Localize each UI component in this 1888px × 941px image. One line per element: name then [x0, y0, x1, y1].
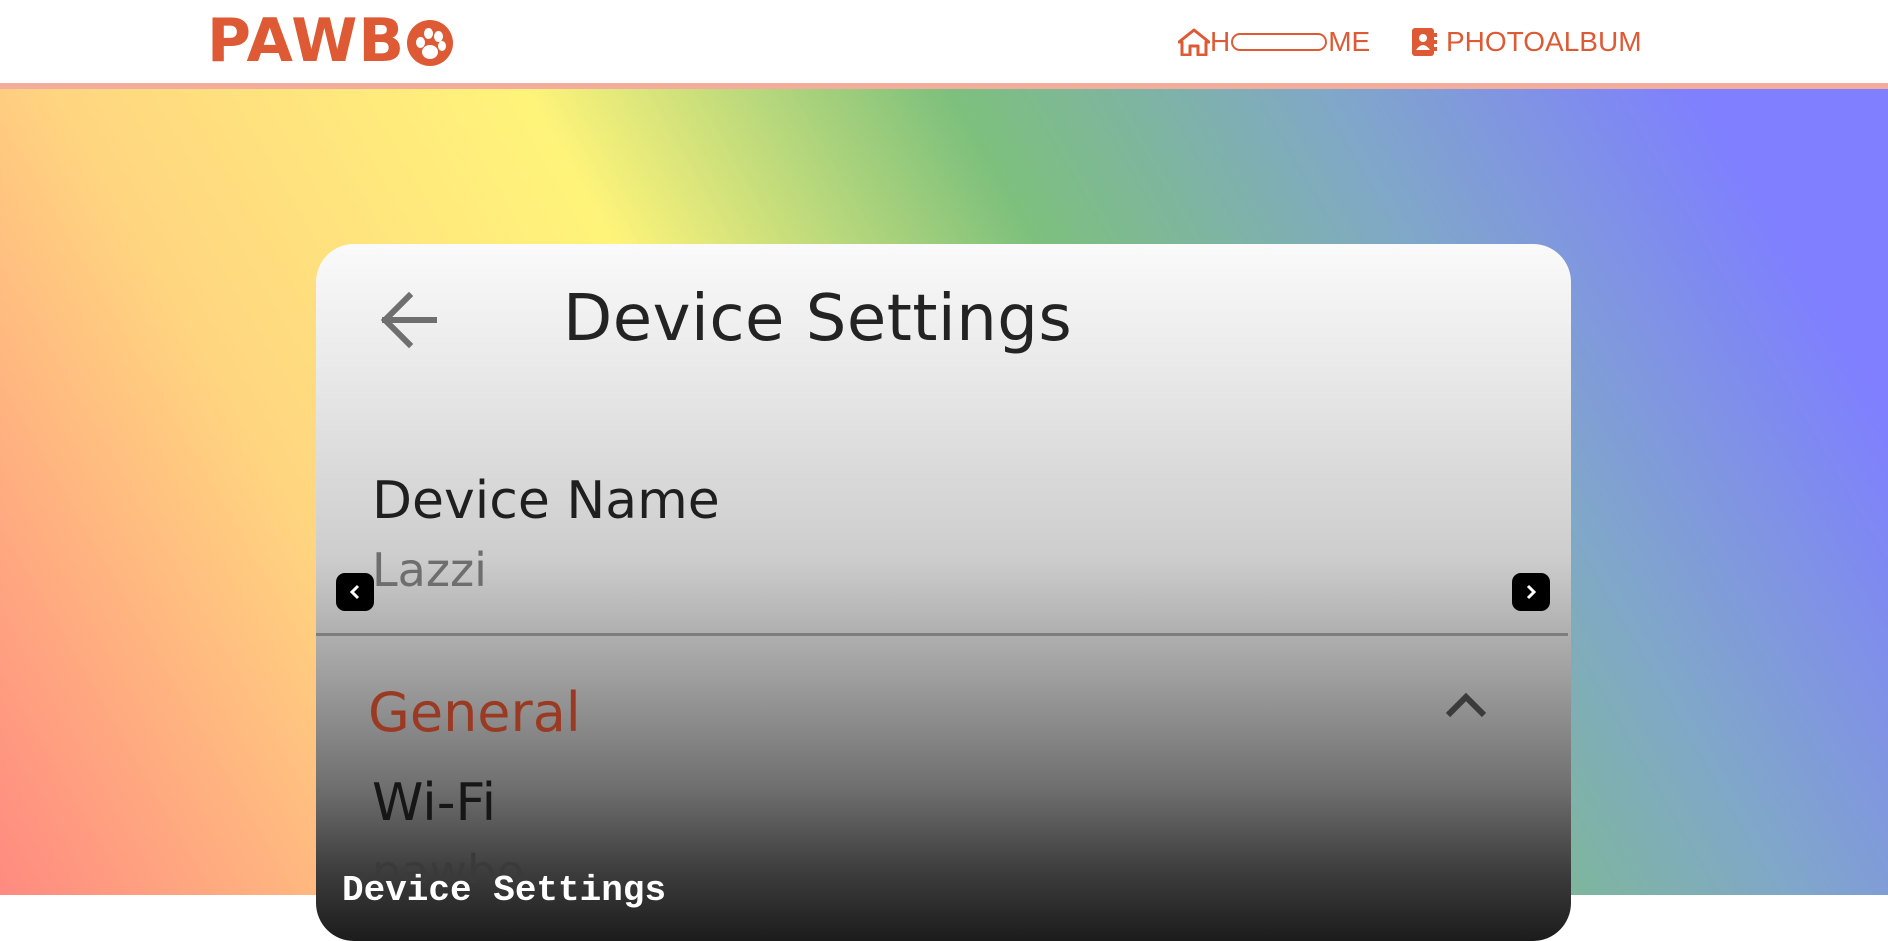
arrow-left-icon — [380, 291, 437, 349]
logo-text: PAWB — [207, 6, 406, 76]
home-label-bar — [1231, 33, 1328, 51]
carousel-prev-button[interactable] — [336, 573, 374, 611]
nav-photoalbum-link[interactable]: PHOTOALBUM — [1410, 22, 1642, 62]
contact-card-icon — [1412, 28, 1437, 56]
nav-home-link[interactable]: H ME — [1178, 22, 1370, 62]
nav-home-label-end: ME — [1328, 26, 1371, 57]
pawbo-logo[interactable]: PAWB — [207, 6, 454, 76]
hero-background: Device Settings Device Name Lazzi Genera… — [0, 89, 1888, 941]
wifi-label: Wi-Fi — [372, 773, 497, 833]
carousel-slide: Device Settings Device Name Lazzi Genera… — [316, 244, 1571, 941]
screenshot-title: Device Settings — [563, 282, 1073, 356]
carousel-next-button[interactable] — [1512, 573, 1550, 611]
nav-photoalbum-label: PHOTOALBUM — [1446, 26, 1642, 57]
divider — [316, 633, 1568, 636]
general-section-label: General — [368, 681, 581, 744]
chevron-left-icon — [349, 584, 360, 600]
home-icon — [1178, 28, 1210, 56]
device-name-value: Lazzi — [372, 543, 487, 597]
chevron-right-icon — [1526, 584, 1537, 600]
paw-icon — [407, 20, 454, 66]
top-navbar: PAWB H ME PHOTOALBUM — [0, 0, 1888, 89]
carousel-caption: Device Settings — [342, 870, 667, 911]
chevron-up-icon — [1445, 692, 1487, 718]
nav-home-label-start: H — [1210, 26, 1231, 57]
device-name-label: Device Name — [372, 471, 720, 531]
